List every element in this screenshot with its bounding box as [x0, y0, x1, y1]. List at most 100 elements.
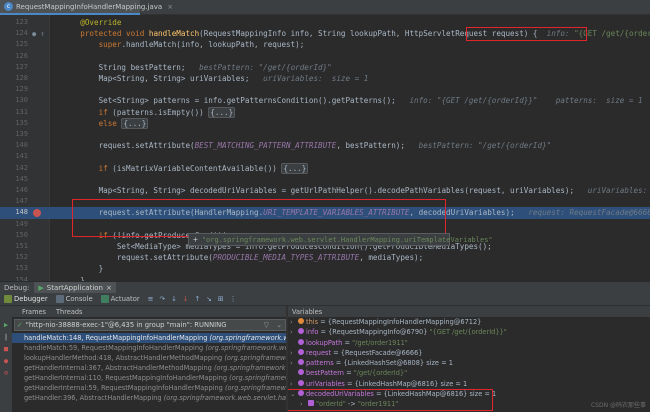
variable-item[interactable]: › this = {RequestMappingInfoHandlerMappin…: [288, 317, 650, 327]
code-line[interactable]: 135 else {...}: [0, 117, 650, 129]
line-number[interactable]: 130: [0, 95, 28, 106]
close-icon[interactable]: ×: [167, 3, 173, 11]
frame-item[interactable]: lookupHandlerMethod:418, AbstractHandler…: [12, 353, 286, 363]
thread-selector[interactable]: ✓ "http-nio-38888-exec-1"@6,435 in group…: [14, 319, 286, 331]
override-marker-icon[interactable]: ● ↑: [32, 29, 46, 38]
expand-arrow-icon[interactable]: ⌄: [290, 389, 298, 399]
line-number[interactable]: 153: [0, 263, 28, 274]
code-line[interactable]: 131 if (patterns.isEmpty()) {...}: [0, 106, 650, 118]
pause-icon[interactable]: ∥: [2, 333, 10, 341]
tab-frames[interactable]: Frames: [22, 308, 46, 316]
run-to-cursor-icon[interactable]: ↘: [206, 295, 212, 303]
line-number[interactable]: 149: [0, 219, 28, 230]
stop-icon[interactable]: ■: [2, 345, 10, 353]
line-number[interactable]: 151: [0, 241, 28, 252]
code-line[interactable]: 130 Set<String> patterns = info.getPatte…: [0, 95, 650, 106]
code-line[interactable]: 123 @Override: [0, 17, 650, 28]
code-line[interactable]: 148 request.setAttribute(HandlerMapping.…: [0, 207, 650, 219]
line-number[interactable]: 125: [0, 39, 28, 50]
line-number[interactable]: 150: [0, 230, 28, 241]
variable-item[interactable]: › patterns = {LinkedHashSet@6808} size = …: [288, 358, 650, 368]
tab-actuator[interactable]: Actuator: [100, 295, 140, 303]
resume-icon[interactable]: ▶: [2, 321, 10, 329]
variables-tree[interactable]: › this = {RequestMappingInfoHandlerMappin…: [288, 317, 650, 412]
close-icon[interactable]: ×: [106, 284, 112, 292]
code-line[interactable]: 129: [0, 84, 650, 95]
editor-tab[interactable]: c RequestMappingInfoHandlerMapping.java …: [0, 0, 173, 15]
code-line[interactable]: 153 }: [0, 263, 650, 274]
folded-block[interactable]: {...}: [208, 106, 236, 118]
expand-arrow-icon[interactable]: ›: [290, 317, 298, 327]
step-into-icon[interactable]: ↓: [171, 295, 177, 303]
line-number[interactable]: 124: [0, 28, 28, 39]
line-number[interactable]: 140: [0, 140, 28, 151]
code-line[interactable]: 140 request.setAttribute(BEST_MATCHING_P…: [0, 140, 650, 151]
code-line[interactable]: 146 Map<String, String> decodedUriVariab…: [0, 185, 650, 196]
line-number[interactable]: 147: [0, 196, 28, 207]
force-step-into-icon[interactable]: ↓: [183, 295, 189, 303]
line-number[interactable]: 129: [0, 84, 28, 95]
code-line[interactable]: 142 if (isMatrixVariableContentAvailable…: [0, 162, 650, 174]
run-config-tab[interactable]: ▶ StartApplication ×: [34, 281, 116, 294]
step-over-icon[interactable]: ↷: [159, 295, 165, 303]
line-number[interactable]: 128: [0, 73, 28, 84]
line-number[interactable]: 145: [0, 174, 28, 185]
variable-item[interactable]: › uriVariables = {LinkedHashMap@6816} siz…: [288, 379, 650, 389]
line-number[interactable]: 148: [0, 207, 28, 218]
chevron-down-icon[interactable]: ⌄: [276, 321, 282, 329]
line-number[interactable]: 141: [0, 151, 28, 162]
variable-item[interactable]: › request = {RequestFacade@6666}: [288, 348, 650, 358]
show-execution-point-icon[interactable]: ≡: [148, 295, 154, 303]
code-line[interactable]: 125 super.handleMatch(info, lookupPath, …: [0, 39, 650, 50]
frame-item[interactable]: handleMatch:148, RequestMappingInfoHandl…: [12, 333, 286, 343]
folded-block[interactable]: {...}: [281, 162, 309, 174]
expand-arrow-icon[interactable]: ›: [300, 399, 308, 409]
line-number[interactable]: 126: [0, 51, 28, 62]
tab-threads[interactable]: Threads: [56, 308, 83, 316]
frame-item[interactable]: getHandlerInternal:110, RequestMappingIn…: [12, 373, 286, 383]
mute-breakpoints-icon[interactable]: ⊘: [2, 369, 10, 377]
expand-arrow-icon[interactable]: ›: [290, 327, 298, 337]
view-breakpoints-icon[interactable]: ●: [2, 357, 10, 365]
breakpoint-icon[interactable]: [33, 208, 41, 217]
code-editor[interactable]: 123 @Override 124 ● ↑ protected void handl…: [0, 15, 650, 281]
code-line[interactable]: 128 Map<String, String> uriVariables; ur…: [0, 73, 650, 84]
code-line[interactable]: 147: [0, 196, 650, 207]
expand-arrow-icon[interactable]: ›: [290, 348, 298, 358]
expand-icon[interactable]: +: [193, 235, 198, 244]
variable-item[interactable]: › info = {RequestMappingInfo@6790} "{GET …: [288, 327, 650, 337]
evaluate-expression-icon[interactable]: ⊞: [218, 295, 224, 303]
inline-value-popup[interactable]: + "org.springframework.web.servlet.Handl…: [188, 233, 493, 246]
expand-arrow-icon[interactable]: ›: [290, 379, 298, 389]
step-out-icon[interactable]: ↑: [194, 295, 200, 303]
folded-block[interactable]: {...}: [121, 117, 149, 129]
expand-arrow-icon[interactable]: ›: [290, 358, 298, 368]
frame-item[interactable]: getHandler:396, AbstractHandlerMapping (…: [12, 393, 286, 403]
line-number[interactable]: 142: [0, 163, 28, 174]
frame-item[interactable]: handleMatch:59, RequestMappingInfoHandle…: [12, 343, 286, 353]
tab-console[interactable]: Console: [55, 295, 93, 303]
code-line[interactable]: 145: [0, 174, 650, 185]
code-line[interactable]: 141: [0, 151, 650, 162]
code-line[interactable]: 139: [0, 129, 650, 140]
code-line[interactable]: 152 request.setAttribute(PRODUCIBLE_MEDI…: [0, 252, 650, 263]
variable-item[interactable]: ⌄ decodedUriVariables = {LinkedHashMap@68…: [288, 389, 650, 399]
line-number[interactable]: 139: [0, 129, 28, 140]
frame-item[interactable]: getHandlerInternal:367, AbstractHandlerM…: [12, 363, 286, 373]
line-number[interactable]: 152: [0, 252, 28, 263]
code-line[interactable]: 149: [0, 219, 650, 230]
line-number[interactable]: 123: [0, 17, 28, 28]
variable-item[interactable]: bestPattern = "/get/{orderId}": [288, 368, 650, 378]
code-line[interactable]: 127 String bestPattern; bestPattern: "/g…: [0, 62, 650, 73]
code-line[interactable]: 126: [0, 51, 650, 62]
trace-icon[interactable]: ⋮: [230, 295, 237, 303]
line-number[interactable]: 127: [0, 62, 28, 73]
line-number[interactable]: 146: [0, 185, 28, 196]
frame-item[interactable]: getHandlerInternal:59, RequestMappingInf…: [12, 383, 286, 393]
variable-item[interactable]: lookupPath = "/get/order1911": [288, 338, 650, 348]
tab-debugger[interactable]: Debugger: [4, 295, 48, 303]
frames-list[interactable]: handleMatch:148, RequestMappingInfoHandl…: [12, 333, 286, 412]
line-number[interactable]: 135: [0, 118, 28, 129]
code-line[interactable]: 124 ● ↑ protected void handleMatch(Reques…: [0, 28, 650, 39]
line-number[interactable]: 131: [0, 107, 28, 118]
